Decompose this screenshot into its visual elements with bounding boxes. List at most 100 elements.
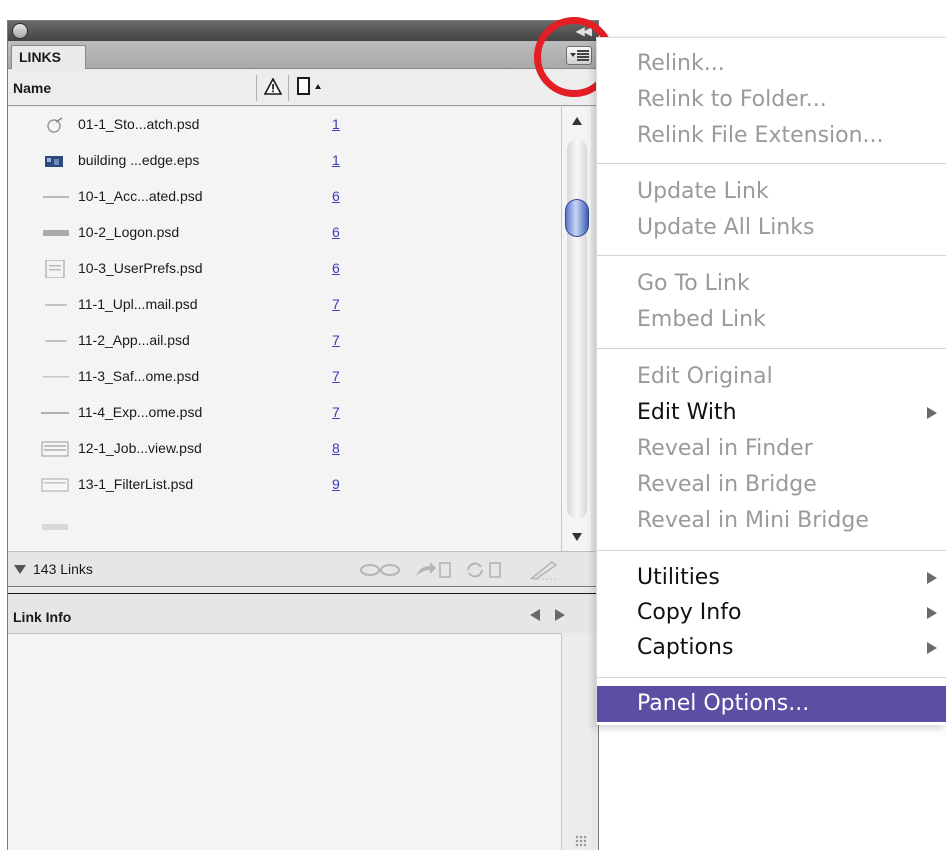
table-row[interactable]: 11-3_Saf...ome.psd 7	[8, 359, 561, 395]
menu-separator	[597, 677, 946, 678]
edit-original-icon[interactable]	[528, 560, 562, 580]
menu-item-relink[interactable]: Relink...	[597, 46, 946, 82]
page-number-link[interactable]: 9	[332, 476, 340, 492]
link-name: building ...edge.eps	[78, 152, 200, 168]
table-row[interactable]: 10-1_Acc...ated.psd 6	[8, 179, 561, 215]
thumbnail-icon	[43, 196, 69, 198]
menu-item-embed-link[interactable]: Embed Link	[597, 302, 946, 338]
menu-separator	[597, 348, 946, 349]
menu-item-reveal-in-bridge[interactable]: Reveal in Bridge	[597, 467, 946, 503]
table-row[interactable]: 11-2_App...ail.psd 7	[8, 323, 561, 359]
menu-item-label: Update All Links	[637, 215, 815, 240]
link-info-scrollbar[interactable]	[561, 633, 591, 850]
table-row[interactable]: 13-1_FilterList.psd 9	[8, 467, 561, 503]
link-name: 10-2_Logon.psd	[78, 224, 180, 240]
links-panel: ◀◀ LINKS Name 01-1_Sto...atch.psd 1 buil…	[7, 20, 599, 850]
thumbnail-icon	[47, 117, 63, 133]
panel-title-bar[interactable]: ◀◀	[8, 21, 598, 41]
relink-icon[interactable]	[358, 560, 404, 580]
link-info-header: Link Info	[8, 593, 598, 633]
links-footer: 143 Links	[8, 551, 598, 587]
links-count: 143 Links	[33, 561, 93, 577]
menu-item-panel-options[interactable]: Panel Options...	[597, 686, 946, 722]
table-row[interactable]: 01-1_Sto...atch.psd 1	[8, 107, 561, 143]
thumbnail-icon	[45, 340, 67, 342]
column-name-header[interactable]: Name	[13, 80, 51, 96]
menu-item-label: Edit With	[637, 400, 737, 425]
menu-item-update-all-links[interactable]: Update All Links	[597, 210, 946, 246]
table-row[interactable]: 10-2_Logon.psd 6	[8, 215, 561, 251]
link-name: 11-2_App...ail.psd	[78, 332, 190, 348]
menu-item-utilities[interactable]: Utilities	[597, 560, 946, 596]
link-name: 13-1_FilterList.psd	[78, 476, 194, 492]
close-icon[interactable]	[12, 23, 28, 39]
table-row[interactable]: 11-4_Exp...ome.psd 7	[8, 395, 561, 431]
menu-item-copy-info[interactable]: Copy Info	[597, 595, 946, 631]
column-page-header[interactable]	[288, 75, 362, 101]
scroll-up-arrow-icon[interactable]	[572, 117, 582, 125]
page-number-link[interactable]: 8	[332, 440, 340, 456]
menu-item-edit-with[interactable]: Edit With	[597, 395, 946, 431]
page-number-link[interactable]: 6	[332, 260, 340, 276]
thumbnail-icon	[41, 441, 69, 457]
resize-grip-icon[interactable]	[575, 835, 587, 847]
menu-item-label: Reveal in Mini Bridge	[637, 508, 869, 533]
menu-item-update-link[interactable]: Update Link	[597, 174, 946, 210]
scroll-down-arrow-icon[interactable]	[572, 533, 582, 541]
warning-icon	[264, 78, 282, 95]
menu-item-label: Copy Info	[637, 600, 742, 625]
table-row[interactable]: building ...edge.eps 1	[8, 143, 561, 179]
link-name: 11-4_Exp...ome.psd	[78, 404, 203, 420]
menu-separator	[597, 255, 946, 256]
menu-item-relink-to-folder[interactable]: Relink to Folder...	[597, 82, 946, 118]
menu-item-label: Relink to Folder...	[637, 87, 827, 112]
menu-item-label: Reveal in Bridge	[637, 472, 817, 497]
link-info-title: Link Info	[13, 609, 72, 625]
menu-item-go-to-link[interactable]: Go To Link	[597, 266, 946, 302]
link-name: 01-1_Sto...atch.psd	[78, 116, 200, 132]
thumbnail-icon	[41, 478, 69, 492]
page-number-link[interactable]: 1	[332, 116, 340, 132]
tab-links[interactable]: LINKS	[11, 45, 86, 69]
table-row[interactable]: 10-3_UserPrefs.psd 6	[8, 251, 561, 287]
menu-item-label: Captions	[637, 635, 734, 660]
go-to-link-icon[interactable]	[414, 560, 454, 580]
page-number-link[interactable]: 6	[332, 188, 340, 204]
menu-item-reveal-in-finder[interactable]: Reveal in Finder	[597, 431, 946, 467]
thumbnail-icon	[45, 304, 67, 306]
page-number-link[interactable]: 1	[332, 152, 340, 168]
link-name: 10-1_Acc...ated.psd	[78, 188, 203, 204]
page-number-link[interactable]: 7	[332, 404, 340, 420]
menu-item-edit-original[interactable]: Edit Original	[597, 359, 946, 395]
table-row[interactable]: 12-1_Job...view.psd 8	[8, 431, 561, 467]
disclosure-triangle-icon[interactable]	[14, 565, 26, 574]
table-row[interactable]: 11-1_Upl...mail.psd 7	[8, 287, 561, 323]
menu-item-label: Embed Link	[637, 307, 766, 332]
scroll-thumb[interactable]	[565, 199, 589, 237]
thumbnail-icon	[43, 376, 69, 378]
menu-item-label: Reveal in Finder	[637, 436, 813, 461]
menu-item-captions[interactable]: Captions	[597, 630, 946, 666]
thumbnail-icon	[41, 412, 69, 414]
table-row-partial[interactable]	[8, 503, 561, 539]
menu-item-relink-file-extension[interactable]: Relink File Extension...	[597, 118, 946, 154]
submenu-arrow-icon	[927, 407, 937, 419]
menu-item-label: Relink...	[637, 51, 725, 76]
update-link-icon[interactable]	[464, 560, 504, 580]
link-name: 11-3_Saf...ome.psd	[78, 368, 200, 384]
thumbnail-icon	[43, 230, 69, 236]
page-number-link[interactable]: 7	[332, 296, 340, 312]
menu-item-label: Relink File Extension...	[637, 123, 884, 148]
links-scrollbar[interactable]	[561, 107, 591, 551]
menu-item-label: Update Link	[637, 179, 769, 204]
menu-item-reveal-in-mini-bridge[interactable]: Reveal in Mini Bridge	[597, 503, 946, 539]
scroll-track[interactable]	[567, 139, 587, 519]
page-number-link[interactable]: 6	[332, 224, 340, 240]
column-status-header[interactable]	[256, 75, 288, 101]
page-number-link[interactable]: 7	[332, 368, 340, 384]
next-link-icon[interactable]	[555, 609, 565, 621]
menu-item-label: Edit Original	[637, 364, 773, 389]
page-number-link[interactable]: 7	[332, 332, 340, 348]
previous-link-icon[interactable]	[530, 609, 540, 621]
links-list[interactable]: 01-1_Sto...atch.psd 1 building ...edge.e…	[8, 107, 561, 551]
